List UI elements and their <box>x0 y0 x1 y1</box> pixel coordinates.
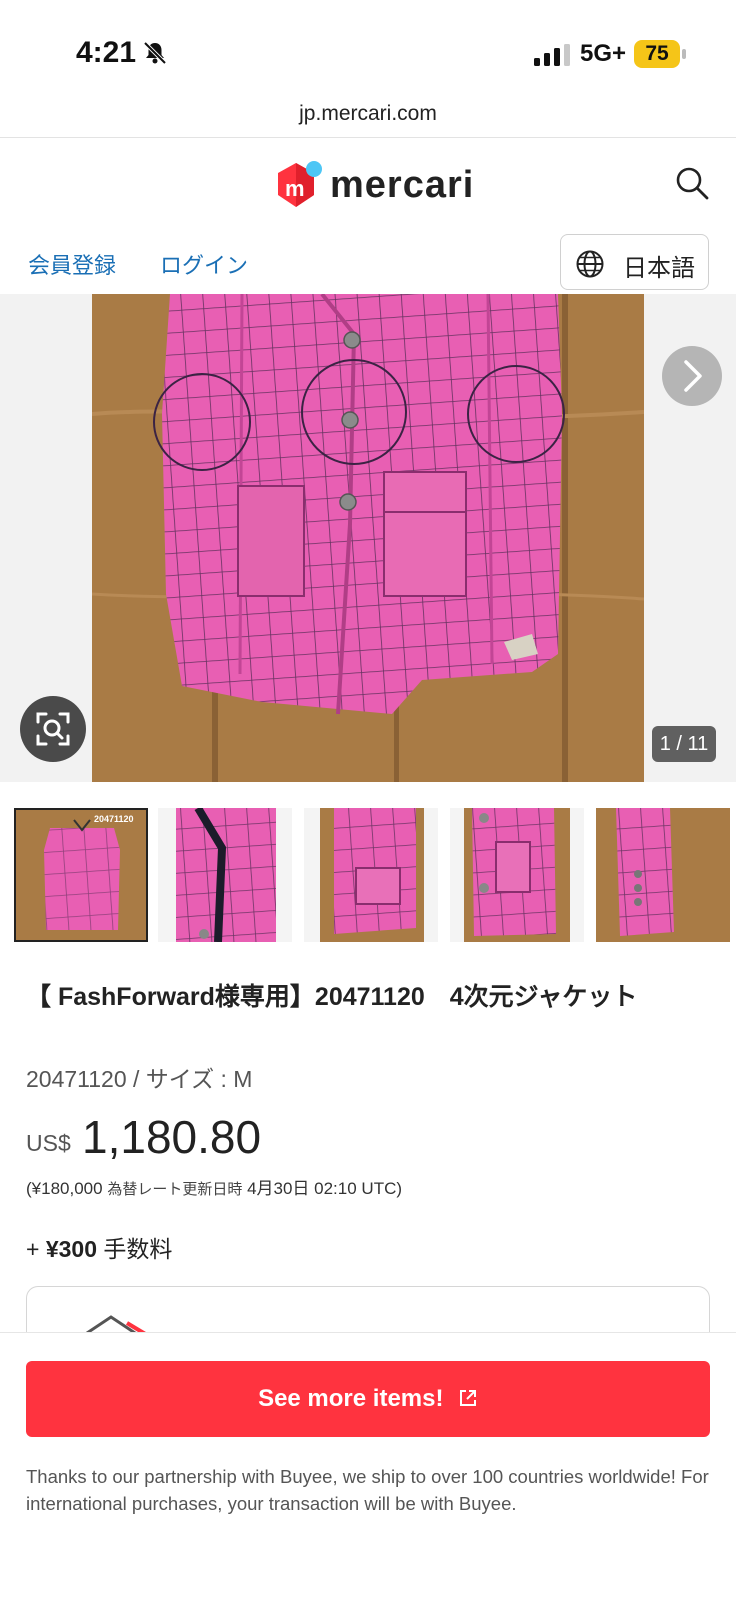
bottom-sheet: See more items! Thanks to our partnershi… <box>0 1332 736 1600</box>
thumbnail-image <box>16 810 146 940</box>
login-link[interactable]: ログイン <box>160 248 248 280</box>
see-more-items-button[interactable]: See more items! <box>26 1361 710 1437</box>
fx-date: 4月30日 02:10 UTC <box>247 1179 397 1198</box>
thumbnail-3[interactable] <box>304 808 438 942</box>
image-zoom-button[interactable] <box>20 696 86 762</box>
fee-label: 手数料 <box>103 1236 173 1262</box>
language-button[interactable]: 日本語 <box>560 234 709 290</box>
product-photo <box>92 294 644 782</box>
image-counter: 1 / 11 <box>652 726 716 762</box>
buyee-note: Thanks to our partnership with Buyee, we… <box>26 1466 709 1514</box>
status-bar: 4:21 5G+ 75 <box>0 0 736 100</box>
thumbnail-image <box>450 808 584 942</box>
bell-muted-icon <box>143 41 167 65</box>
thumbnail-2[interactable] <box>158 808 292 942</box>
thumbnail-label: 20471120 <box>94 814 134 824</box>
thumbnail-image <box>304 808 438 942</box>
thumbnail-strip[interactable]: 20471120 <box>0 808 736 944</box>
price-value: 1,180.80 <box>82 1111 262 1163</box>
language-label: 日本語 <box>623 255 695 282</box>
status-time: 4:21 <box>76 36 137 69</box>
signal-icon <box>534 44 570 66</box>
thumbnail-image <box>158 808 292 942</box>
price-currency: US$ <box>26 1130 71 1156</box>
thumbnail-image <box>596 808 730 942</box>
product-image-carousel[interactable]: 1 / 11 <box>0 294 736 782</box>
battery-icon: 75 <box>634 40 686 68</box>
battery-level: 75 <box>634 40 680 68</box>
top-nav: 会員登録 ログイン 日本語 <box>0 234 736 294</box>
mercari-logo-icon: m <box>278 161 322 207</box>
thumbnail-5[interactable] <box>596 808 730 942</box>
external-link-icon <box>459 1390 476 1406</box>
url-text: jp.mercari.com <box>299 102 437 125</box>
mercari-logo[interactable]: m mercari <box>274 159 474 211</box>
url-bar[interactable]: jp.mercari.com <box>0 96 736 138</box>
logo-text: mercari <box>330 164 475 206</box>
thumbnail-4[interactable] <box>450 808 584 942</box>
product-title: 【 FashForward様専用】20471120 4次元ジャケット <box>26 983 638 1011</box>
thumbnail-1[interactable]: 20471120 <box>14 808 148 942</box>
globe-icon <box>576 250 604 278</box>
network-type: 5G+ <box>580 40 627 67</box>
logo-mark-letter: m <box>285 176 305 201</box>
site-header: m mercari <box>0 139 736 234</box>
image-search-icon <box>36 712 70 746</box>
product-subtitle: 20471120 / サイズ : M <box>26 1066 253 1092</box>
fx-label: 為替レート更新日時 <box>107 1181 243 1198</box>
yen-price: ¥180,000 <box>31 1179 103 1198</box>
search-icon[interactable] <box>672 163 712 203</box>
cta-label: See more items! <box>258 1385 444 1412</box>
fee-amount: ¥300 <box>45 1236 97 1262</box>
chevron-right-icon <box>684 360 702 392</box>
register-link[interactable]: 会員登録 <box>28 248 116 280</box>
exchange-rate-note: (¥180,000 為替レート更新日時 4月30日 02:10 UTC) <box>26 1179 403 1198</box>
next-image-button[interactable] <box>662 346 722 406</box>
service-fee: + ¥300 手数料 <box>26 1236 173 1262</box>
